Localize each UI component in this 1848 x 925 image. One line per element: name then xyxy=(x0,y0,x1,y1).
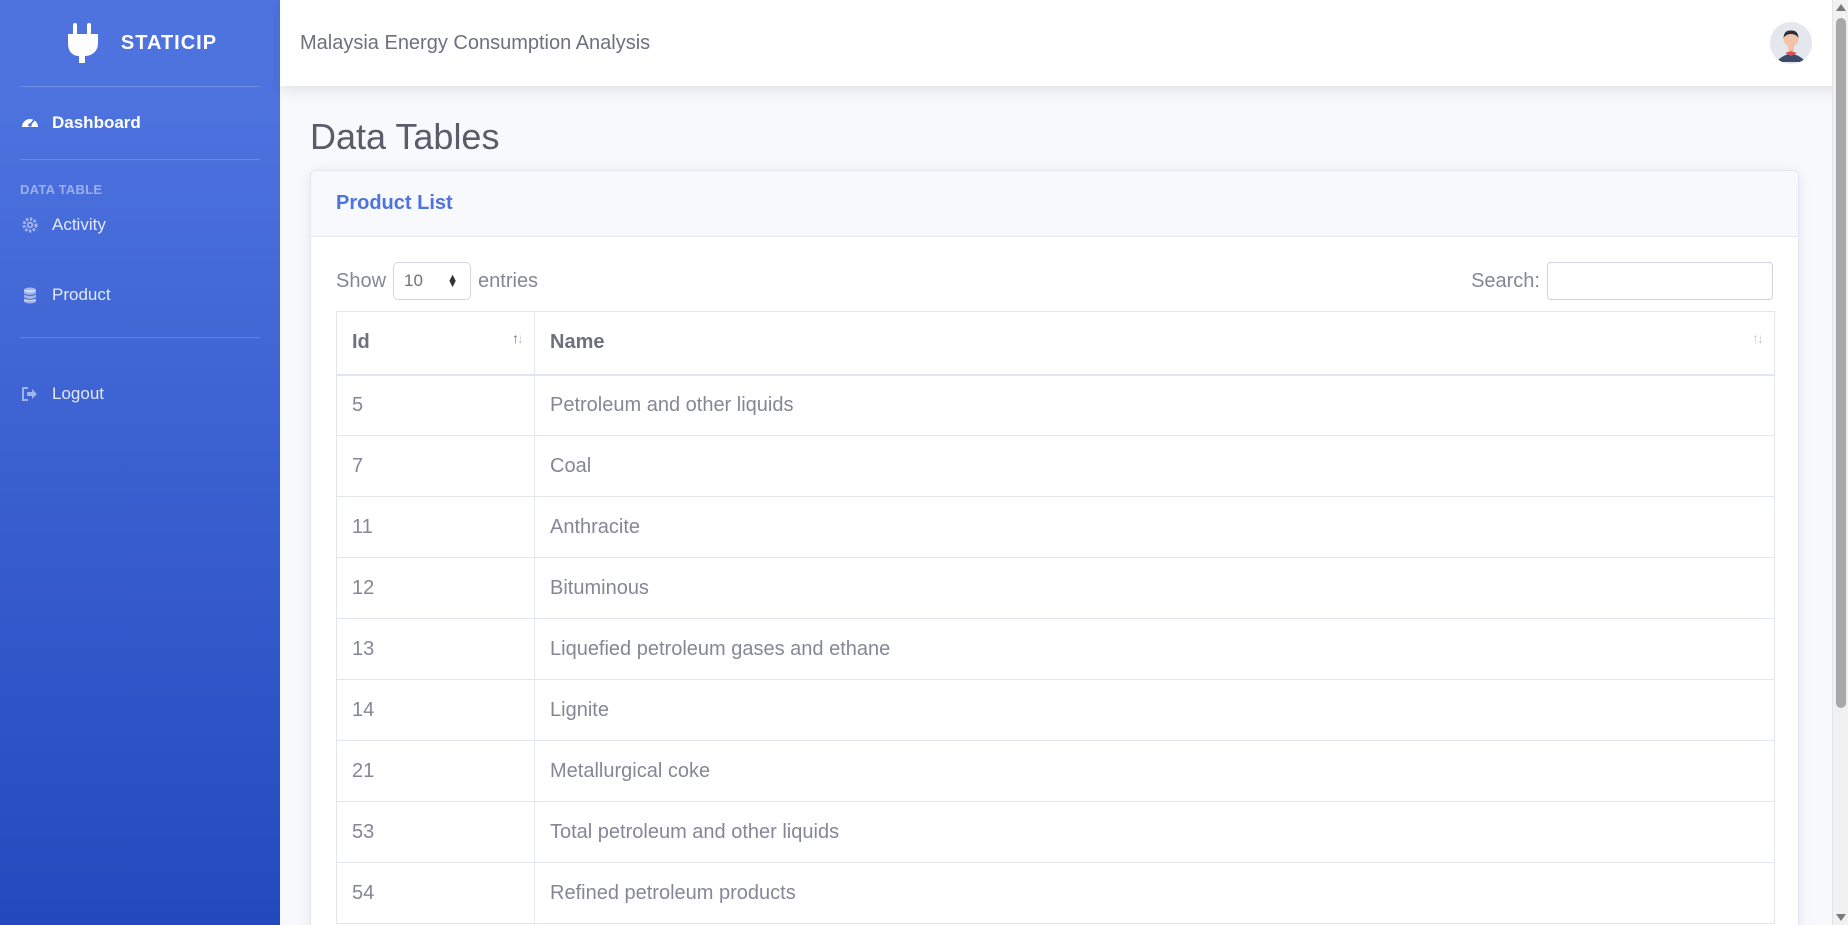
sidebar-brand[interactable]: STATICIP xyxy=(0,0,280,86)
page-title: Data Tables xyxy=(310,116,500,157)
user-avatar[interactable] xyxy=(1770,22,1812,64)
cog-icon xyxy=(20,215,40,235)
sidebar-divider xyxy=(20,337,260,338)
cell-id: 5 xyxy=(336,374,535,436)
sidebar-item-product[interactable]: Product xyxy=(0,253,280,337)
main-content: Data Tables Product List Show 10 ▲ ▼ entr… xyxy=(280,86,1832,925)
cell-name: Total petroleum and other liquids xyxy=(534,801,1775,863)
page-scrollbar[interactable] xyxy=(1832,0,1848,925)
scroll-up-icon[interactable] xyxy=(1836,4,1846,11)
table-row: 14 Lignite xyxy=(336,679,1775,741)
product-table: Id ↑↓ Name ↑↓ 5 Petroleum and other liqui… xyxy=(336,311,1775,924)
cell-name: Lignite xyxy=(534,679,1775,741)
app-title: Malaysia Energy Consumption Analysis xyxy=(300,31,651,54)
column-header-id[interactable]: Id ↑↓ xyxy=(336,311,535,376)
cell-id: 12 xyxy=(336,557,535,619)
sidebar-item-activity[interactable]: Activity xyxy=(0,197,280,253)
sidebar-item-label: Logout xyxy=(52,384,104,403)
sidebar-item-label: Product xyxy=(52,285,111,304)
cell-id: 54 xyxy=(336,862,535,924)
sidebar-divider xyxy=(20,159,260,160)
table-row: 5 Petroleum and other liquids xyxy=(336,374,1775,436)
table-row: 7 Coal xyxy=(336,435,1775,497)
table-row: 12 Bituminous xyxy=(336,557,1775,619)
table-header-row: Id ↑↓ Name ↑↓ xyxy=(336,311,1775,376)
cell-id: 21 xyxy=(336,740,535,802)
plug-icon xyxy=(67,23,98,63)
sort-icon: ↑↓ xyxy=(1752,330,1764,346)
cell-name: Petroleum and other liquids xyxy=(534,374,1775,436)
cell-name: Liquefied petroleum gases and ethane xyxy=(534,618,1775,680)
entries-select[interactable]: 10 ▲ ▼ xyxy=(393,262,472,300)
card-title: Product List xyxy=(311,171,1798,237)
entries-value: 10 xyxy=(404,271,423,290)
search-input[interactable] xyxy=(1547,262,1773,300)
product-list-card: Product List Show 10 ▲▼ entries Search: xyxy=(310,170,1799,925)
cell-name: Metallurgical coke xyxy=(534,740,1775,802)
search-label: Search: xyxy=(1471,269,1540,292)
scroll-down-icon[interactable] xyxy=(1836,914,1846,921)
tachometer-icon xyxy=(20,113,40,133)
cell-name: Refined petroleum products xyxy=(534,862,1775,924)
table-row: 54 Refined petroleum products xyxy=(336,862,1775,924)
cell-id: 13 xyxy=(336,618,535,680)
brand-name: STATICIP xyxy=(120,31,218,54)
cell-id: 53 xyxy=(336,801,535,863)
cell-id: 11 xyxy=(336,496,535,558)
sidebar: STATICIP Dashboard DATA TABLE Activity P… xyxy=(0,0,280,925)
cell-id: 7 xyxy=(336,435,535,497)
show-label: Show xyxy=(336,269,387,292)
column-header-name[interactable]: Name ↑↓ xyxy=(534,311,1775,376)
avatar-icon xyxy=(1770,22,1812,64)
sign-out-icon xyxy=(20,384,40,404)
cell-name: Bituminous xyxy=(534,557,1775,619)
topbar: Malaysia Energy Consumption Analysis xyxy=(280,0,1848,86)
select-caret-icon: ▲ ▼ xyxy=(447,272,459,290)
database-icon xyxy=(20,285,40,305)
sidebar-item-dashboard[interactable]: Dashboard xyxy=(0,87,280,159)
sidebar-item-logout[interactable]: Logout xyxy=(0,366,280,422)
table-row: 13 Liquefied petroleum gases and ethane xyxy=(336,618,1775,680)
sort-asc-icon: ↑↓ xyxy=(512,330,524,346)
table-row: 21 Metallurgical coke xyxy=(336,740,1775,802)
cell-id: 14 xyxy=(336,679,535,741)
scrollbar-thumb[interactable] xyxy=(1836,18,1846,708)
cell-name: Anthracite xyxy=(534,496,1775,558)
sidebar-item-label: Activity xyxy=(52,215,106,234)
sidebar-item-label: Dashboard xyxy=(52,113,141,132)
cell-name: Coal xyxy=(534,435,1775,497)
table-row: 11 Anthracite xyxy=(336,496,1775,558)
table-controls: Show 10 ▲ ▼ entries Search: xyxy=(336,261,1773,301)
table-row: 53 Total petroleum and other liquids xyxy=(336,801,1775,863)
entries-label: entries xyxy=(478,269,539,292)
sidebar-heading: DATA TABLE xyxy=(20,182,103,197)
